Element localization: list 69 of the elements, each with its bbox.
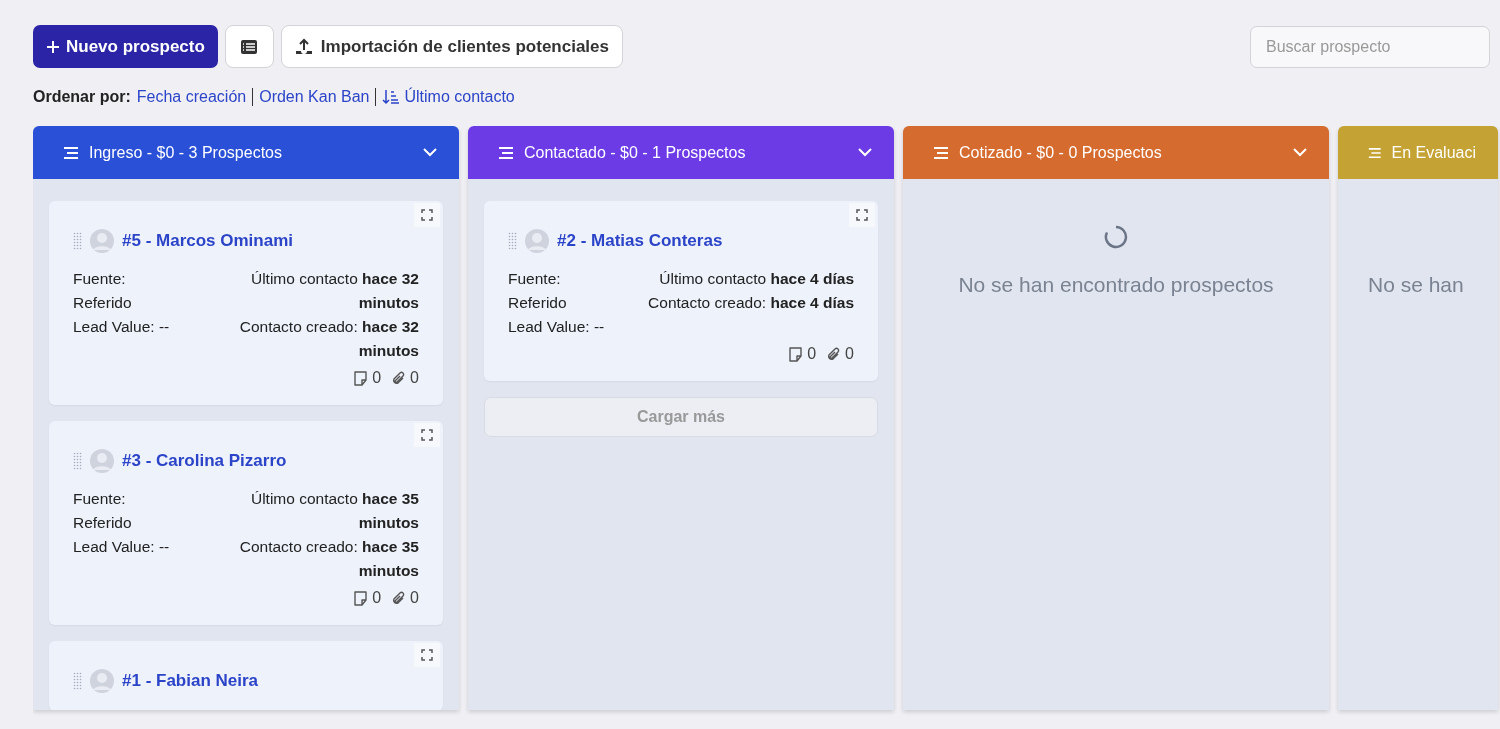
prospect-name[interactable]: #3 - Carolina Pizarro	[122, 451, 287, 471]
empty-message: No se han	[1368, 273, 1464, 297]
created-text: Contacto creado: hace 32 minutos	[238, 317, 419, 361]
column-title: Contactado - $0 - 1 Prospectos	[524, 143, 747, 162]
prospect-card[interactable]: #1 - Fabian Neira	[49, 641, 443, 710]
menu-icon[interactable]	[933, 145, 949, 160]
list-view-icon[interactable]	[224, 25, 274, 68]
lead-value-text: Lead Value: --	[508, 317, 606, 337]
import-button[interactable]: Importación de clientes potenciales	[280, 25, 623, 68]
chevron-down-icon[interactable]	[423, 148, 437, 157]
source-text: Fuente: Referido	[508, 269, 568, 313]
empty-message: No se han encontrado prospectos	[958, 273, 1274, 297]
column-title: Cotizado - $0 - 0 Prospectos	[959, 143, 1163, 162]
prospect-card[interactable]: #5 - Marcos Ominami Fuente: Referido Lead Value: -- Último contacto hace 32 minutos Contacto creado: hace 32 minutos 0 0	[49, 201, 443, 405]
menu-icon[interactable]	[63, 145, 79, 160]
sort-option[interactable]: Último contacto	[375, 88, 521, 106]
note-icon	[353, 370, 369, 386]
column-header[interactable]: Contactado - $0 - 1 Prospectos	[468, 126, 894, 179]
note-icon	[788, 346, 804, 362]
source-text: Fuente: Referido	[73, 489, 133, 533]
expand-icon[interactable]	[414, 203, 440, 227]
sort-option[interactable]: Fecha creación	[136, 88, 253, 106]
column-header[interactable]: Cotizado - $0 - 0 Prospectos	[903, 126, 1329, 179]
new-prospect-button[interactable]: Nuevo prospecto	[33, 25, 218, 68]
last-contact-text: Último contacto hace 4 días	[659, 269, 854, 289]
prospect-card[interactable]: #2 - Matias Conteras Fuente: Referido Lead Value: -- Último contacto hace 4 días Contacto creado: hace 4 días 0 0	[484, 201, 878, 381]
paperclip-icon	[391, 590, 407, 606]
drag-handle-icon[interactable]	[73, 232, 82, 250]
avatar-icon	[90, 229, 114, 253]
lead-value-text: Lead Value: --	[73, 317, 171, 337]
expand-icon[interactable]	[414, 643, 440, 667]
search-field[interactable]: Buscar prospecto	[1250, 25, 1490, 68]
prospect-name[interactable]: #5 - Marcos Ominami	[122, 231, 293, 251]
avatar-icon	[525, 229, 549, 253]
lead-value-text: Lead Value: --	[73, 537, 171, 557]
menu-icon[interactable]	[498, 145, 514, 160]
prospect-name[interactable]: #1 - Fabian Neira	[122, 671, 259, 691]
sort-label: Ordenar por:	[33, 88, 131, 106]
sort-option[interactable]: Orden Kan Ban	[252, 88, 376, 106]
attachment-count: 0	[845, 345, 854, 363]
source-text: Fuente: Referido	[73, 269, 133, 313]
upload-icon	[294, 37, 313, 56]
chevron-down-icon[interactable]	[1293, 148, 1307, 157]
note-count: 0	[807, 345, 817, 363]
expand-icon[interactable]	[414, 423, 440, 447]
attachment-count: 0	[410, 369, 419, 387]
paperclip-icon	[391, 370, 407, 386]
column-header[interactable]: Ingreso - $0 - 3 Prospectos	[33, 126, 459, 179]
avatar-icon	[90, 669, 114, 693]
note-icon	[353, 590, 369, 606]
expand-icon[interactable]	[849, 203, 875, 227]
drag-handle-icon[interactable]	[73, 452, 82, 470]
avatar-icon	[90, 449, 114, 473]
prospect-card[interactable]: #3 - Carolina Pizarro Fuente: Referido Lead Value: -- Último contacto hace 35 minutos Contacto creado: hace 35 minutos 0 0	[49, 421, 443, 625]
note-count: 0	[372, 369, 382, 387]
drag-handle-icon[interactable]	[73, 672, 82, 690]
prospect-name[interactable]: #2 - Matias Conteras	[557, 231, 723, 251]
created-text: Contacto creado: hace 35 minutos	[238, 537, 419, 581]
created-text: Contacto creado: hace 4 días	[648, 293, 854, 313]
column-title: Ingreso - $0 - 3 Prospectos	[89, 143, 283, 162]
attachment-count: 0	[410, 589, 419, 607]
note-count: 0	[372, 589, 382, 607]
drag-handle-icon[interactable]	[508, 232, 517, 250]
paperclip-icon	[826, 346, 842, 362]
column-title: En Evaluaci	[1391, 143, 1476, 162]
plus-icon	[46, 39, 60, 54]
spinner-icon	[1104, 225, 1128, 249]
chevron-down-icon[interactable]	[858, 148, 872, 157]
sort-descending-icon	[382, 89, 401, 105]
